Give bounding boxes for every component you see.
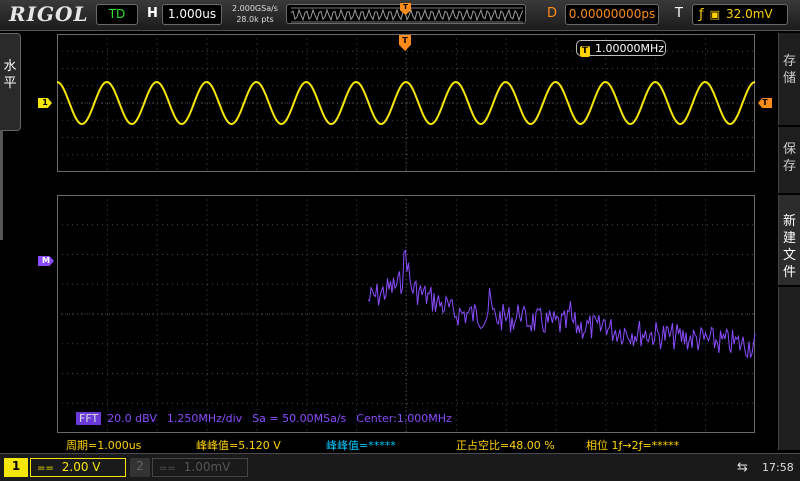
fft-scale: 20.0 dBV bbox=[107, 412, 157, 425]
fft-grid-dots bbox=[57, 195, 755, 433]
measure-phase[interactable]: 相位 1ƒ→2ƒ=***** bbox=[586, 437, 679, 453]
measure-period[interactable]: 周期=1.000us bbox=[66, 437, 141, 453]
ch2-number[interactable]: 2 bbox=[130, 458, 150, 477]
clock: 17:58 bbox=[762, 461, 794, 474]
fft-spectrum-trace bbox=[367, 249, 756, 359]
measure-duty-cycle[interactable]: 正占空比=48.00 % bbox=[456, 437, 555, 453]
fft-span: 1.250MHz/div bbox=[166, 412, 243, 425]
fft-tag: FFT bbox=[76, 412, 102, 425]
ch2-scale: 1.00mV bbox=[183, 460, 231, 474]
usb-icon: ⇆ bbox=[737, 460, 748, 475]
dc-coupling-icon: == bbox=[159, 463, 176, 474]
frequency-counter: T 1.00000MHz bbox=[576, 40, 666, 57]
trigger-counter-icon: T bbox=[580, 46, 590, 57]
frequency-value: 1.00000MHz bbox=[595, 42, 665, 55]
fft-center: Center:1.000MHz bbox=[356, 412, 452, 425]
ch2-scale-box[interactable]: == 1.00mV bbox=[152, 458, 248, 477]
ch1-number[interactable]: 1 bbox=[4, 458, 28, 477]
bottom-channel-bar: 1 == 2.00 V 2 == 1.00mV ⇆ 17:58 bbox=[0, 453, 800, 481]
fft-sample-rate: Sa = 50.00MSa/s bbox=[252, 412, 347, 425]
dc-coupling-icon: == bbox=[37, 463, 54, 474]
ch1-scale-box[interactable]: == 2.00 V bbox=[30, 458, 126, 477]
fft-info-line: FFT 20.0 dBV 1.250MHz/div Sa = 50.00MSa/s Ce… bbox=[76, 412, 462, 425]
waveform-overlay bbox=[56, 34, 756, 433]
measure-vpp[interactable]: 峰峰值=5.120 V bbox=[196, 437, 281, 453]
ch1-scale: 2.00 V bbox=[61, 460, 101, 474]
measure-vpp-ch2[interactable]: 峰峰值=***** bbox=[326, 437, 396, 453]
